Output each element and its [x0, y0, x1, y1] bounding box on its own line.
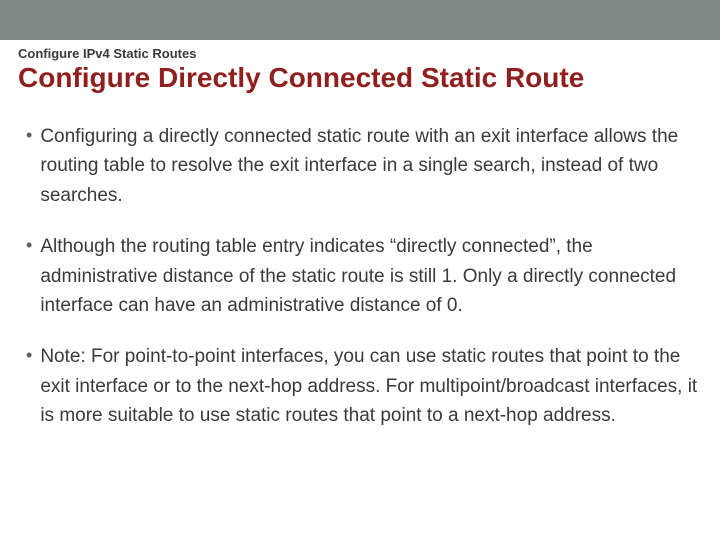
list-item: • Note: For point-to-point interfaces, y…	[26, 342, 702, 430]
bullet-icon: •	[26, 122, 32, 210]
list-item: • Configuring a directly connected stati…	[26, 122, 702, 210]
breadcrumb: Configure IPv4 Static Routes	[18, 46, 702, 61]
bullet-text: Note: For point-to-point interfaces, you…	[40, 342, 702, 430]
slide-content: Configure IPv4 Static Routes Configure D…	[0, 40, 720, 431]
bullet-text: Although the routing table entry indicat…	[40, 232, 702, 320]
bullet-text: Configuring a directly connected static …	[40, 122, 702, 210]
bullet-icon: •	[26, 342, 32, 430]
header-bar	[0, 0, 720, 40]
bullet-icon: •	[26, 232, 32, 320]
bullet-list: • Configuring a directly connected stati…	[18, 122, 702, 431]
list-item: • Although the routing table entry indic…	[26, 232, 702, 320]
page-title: Configure Directly Connected Static Rout…	[18, 63, 702, 94]
